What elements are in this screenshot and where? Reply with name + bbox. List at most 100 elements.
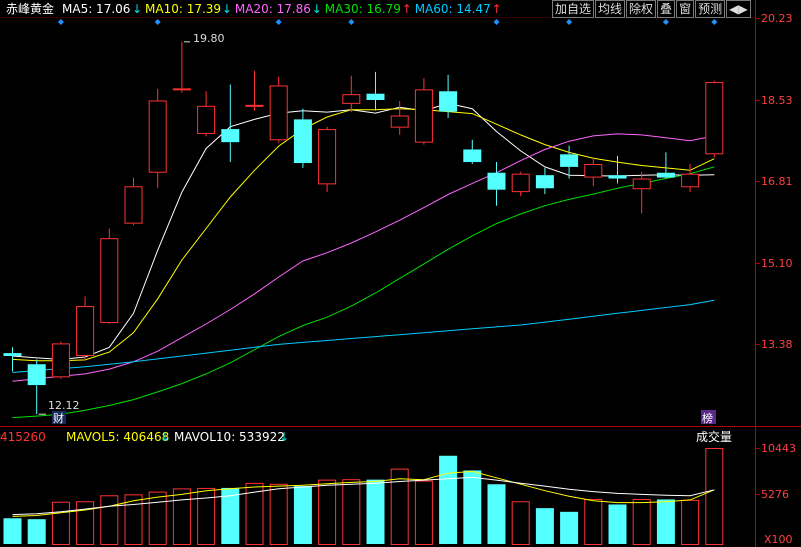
candle-body (221, 129, 240, 143)
candle[interactable] (535, 167, 554, 195)
event-diamond-icon[interactable] (154, 19, 161, 25)
price-tick-4: 15.10 (761, 257, 793, 270)
candle[interactable] (27, 359, 46, 415)
candle[interactable] (293, 108, 312, 168)
candle-body (560, 154, 579, 167)
volume-tick-1: 10443 (761, 442, 796, 455)
nav-arrows-button[interactable]: ◀▶ (726, 0, 751, 18)
candle[interactable] (511, 171, 530, 196)
ma-legend-item: MA10: 17.39 (145, 2, 221, 16)
candle[interactable] (439, 74, 458, 118)
stock-chart[interactable]: 赤峰黄金 MA5: 17.06 ↓ MA10: 17.39 ↓ MA20: 17.86 ↓… (0, 0, 801, 547)
candle[interactable] (632, 171, 651, 214)
window-button[interactable]: 窗 (676, 0, 695, 18)
candle[interactable] (705, 80, 724, 158)
candle[interactable] (124, 177, 143, 226)
candle-body (681, 173, 700, 188)
volume-bar (293, 486, 312, 544)
candle-body (124, 186, 143, 224)
candle-body (172, 88, 191, 91)
candle-body (148, 100, 167, 173)
volume-bar (148, 491, 167, 545)
moving-average-button[interactable]: 均线 (595, 0, 626, 18)
candle[interactable] (342, 75, 361, 113)
ma-legend-arrow: ↑ (402, 2, 412, 16)
candle[interactable] (221, 84, 240, 163)
candle[interactable] (414, 78, 433, 145)
candle[interactable] (608, 155, 627, 184)
candle-body (584, 164, 603, 178)
price-panel (3, 41, 724, 419)
volume-bar (27, 519, 46, 544)
ma-legend-arrow: ↓ (312, 2, 322, 16)
candle-body (51, 343, 70, 378)
ma-legend-arrow: ↑ (492, 2, 502, 16)
candle[interactable] (366, 71, 385, 111)
candle[interactable] (463, 139, 482, 164)
candle[interactable] (681, 164, 700, 193)
volume-bar (463, 470, 482, 544)
candle-body (463, 149, 482, 163)
volume-bar (487, 484, 506, 544)
volume-bar (656, 499, 675, 544)
candle[interactable] (100, 228, 119, 324)
candle[interactable] (656, 152, 675, 179)
volume-panel (3, 448, 724, 546)
volume-bar (390, 468, 409, 545)
candle[interactable] (172, 41, 191, 93)
candle-body (3, 353, 22, 356)
volume-bar (366, 479, 385, 544)
candle[interactable] (148, 88, 167, 189)
volume-bar (3, 518, 22, 544)
candle[interactable] (245, 70, 264, 111)
event-diamond-icon[interactable] (662, 19, 669, 25)
volume-bar (632, 498, 651, 546)
candle[interactable] (390, 100, 409, 135)
candle[interactable] (318, 126, 337, 193)
candle-body (318, 129, 337, 185)
price-tick-1: 20.23 (761, 12, 793, 25)
volume-bar (172, 488, 191, 545)
toolbar: 加自选 均线 除权 叠 窗 预测 ◀▶ (552, 0, 752, 18)
candle[interactable] (197, 91, 216, 137)
candle-body (27, 364, 46, 386)
volume-bar (681, 499, 700, 546)
volume-bar (511, 501, 530, 545)
event-diamond-icon[interactable] (566, 19, 573, 25)
candle-body (439, 91, 458, 112)
volume-panel-title[interactable]: 成交量 (696, 429, 732, 444)
volume-bar (100, 495, 119, 546)
forecast-button[interactable]: 预测 (695, 0, 726, 18)
volume-bar (414, 480, 433, 545)
candle-body (608, 175, 627, 179)
volume-value: 415260 (0, 430, 46, 444)
candle-body (390, 115, 409, 128)
candle[interactable] (269, 76, 288, 143)
low-price-label: 12.12 (48, 399, 80, 412)
event-diamond-icon[interactable] (275, 19, 282, 25)
overlay-button[interactable]: 叠 (657, 0, 676, 18)
candle[interactable] (584, 157, 603, 187)
volume-bar (269, 483, 288, 545)
volume-bar (560, 511, 579, 544)
bang-marker[interactable]: 榜 (702, 411, 713, 425)
chart-frame (0, 0, 801, 547)
event-diamond-icon[interactable] (711, 19, 718, 25)
event-diamond-icon[interactable] (57, 19, 64, 25)
candle[interactable] (487, 162, 506, 206)
event-diamond-icon[interactable] (348, 19, 355, 25)
ex-rights-button[interactable]: 除权 (626, 0, 657, 18)
ma-legend-arrow: ↓ (222, 2, 232, 16)
candle[interactable] (76, 296, 95, 361)
cai-marker[interactable]: 财 (53, 411, 64, 425)
candle[interactable] (51, 341, 70, 379)
volume-bar (584, 498, 603, 546)
volume-bar (318, 479, 337, 545)
mavol5-arrow: ↓ (160, 430, 170, 444)
ma-legend-item: MA30: 16.79 (325, 2, 401, 16)
event-diamond-icon[interactable] (493, 19, 500, 25)
volume-bar (439, 455, 458, 544)
add-watchlist-button[interactable]: 加自选 (552, 0, 595, 18)
candle-body (535, 175, 554, 189)
candle-body (487, 172, 506, 190)
